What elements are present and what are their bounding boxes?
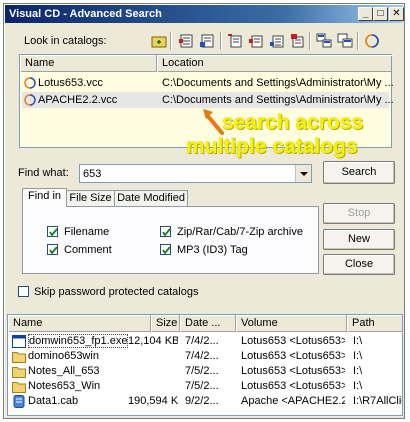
skip-password-checkbox[interactable] <box>18 286 29 297</box>
find-in-panel: Filename Comment Zip/Rar/Cab/7-Zip archi… <box>22 206 319 274</box>
select-none-icon[interactable] <box>248 33 264 49</box>
catalog-name: APACHE2.2.vcc <box>38 94 118 106</box>
add-catalog-icon[interactable] <box>151 33 167 49</box>
result-date: 7/5/2... <box>185 380 219 392</box>
result-name: domwin653_fp1.exe <box>28 334 129 348</box>
catalog-row[interactable]: Lotus653.vcc C:\Documents and Settings\A… <box>22 75 394 91</box>
folder-icon <box>12 365 26 378</box>
result-row[interactable]: Data1.cab 190,594 KB 9/2/2... Apache <AP… <box>8 394 402 409</box>
find-what-label: Find what: <box>18 167 69 179</box>
column-header-volume[interactable]: Volume <box>236 315 347 332</box>
catalog-list-icon[interactable] <box>178 33 194 49</box>
column-header-date[interactable]: Date ... <box>180 315 236 332</box>
column-header-location[interactable]: Location <box>157 55 393 72</box>
result-date: 7/5/2... <box>185 365 219 377</box>
result-size: 12,104 KB <box>128 335 178 347</box>
result-date: 7/4/2... <box>185 335 219 347</box>
mp3-label: MP3 (ID3) Tag <box>177 244 248 256</box>
column-header-path[interactable]: Path <box>347 315 402 332</box>
comment-label: Comment <box>64 244 112 256</box>
annotation-line-2: multiple catalogs <box>186 135 358 158</box>
exe-icon <box>12 335 26 348</box>
result-path: I:\ <box>353 335 363 347</box>
result-date: 9/2/2... <box>185 395 219 407</box>
result-size: 190,594 KB <box>128 395 178 407</box>
catalog-icon <box>24 94 36 106</box>
toolbar-separator <box>357 32 359 50</box>
window-title: Visual CD - Advanced Search <box>9 8 162 20</box>
title-bar[interactable]: Visual CD - Advanced Search _ □ ✕ <box>5 5 404 23</box>
result-path: I:\ <box>353 350 363 362</box>
result-date: 7/4/2... <box>185 350 219 362</box>
search-button[interactable]: Search <box>323 161 395 184</box>
cab-icon <box>12 395 26 408</box>
result-volume: Lotus653 <Lotus653> <box>241 335 345 347</box>
result-name: domino653win <box>28 350 99 362</box>
select-all-icon[interactable] <box>227 33 243 49</box>
result-volume: Lotus653 <Lotus653> <box>241 380 345 392</box>
mp3-checkbox[interactable] <box>160 244 171 255</box>
catalog-location: C:\Documents and Settings\Administrator\… <box>162 77 394 89</box>
folder-icon <box>12 350 26 363</box>
archive-label: Zip/Rar/Cab/7-Zip archive <box>177 226 303 238</box>
minimize-button[interactable]: _ <box>358 7 373 21</box>
archive-checkbox[interactable] <box>160 226 171 237</box>
catalog-open-icon[interactable] <box>199 33 215 49</box>
advanced-search-window: Visual CD - Advanced Search _ □ ✕ Look i… <box>3 3 405 419</box>
result-row[interactable]: Notes653_Win 7/5/2... Lotus653 <Lotus653… <box>8 379 402 394</box>
tab-date-modified[interactable]: Date Modified <box>114 190 188 207</box>
remove-catalog-icon[interactable] <box>289 33 305 49</box>
results-table[interactable]: Name Size Date ... Volume Path domwin653… <box>7 314 403 416</box>
toolbar-separator <box>309 32 311 50</box>
result-row[interactable]: domwin653_fp1.exe 12,104 KB 7/4/2... Lot… <box>8 334 402 349</box>
result-name: Notes653_Win <box>28 380 101 392</box>
catalogs-label: Look in catalogs: <box>24 35 107 47</box>
chevron-down-icon[interactable] <box>295 165 311 182</box>
catalog-name: Lotus653.vcc <box>38 77 103 89</box>
result-name: Data1.cab <box>28 395 79 407</box>
result-name: Notes_All_653 <box>28 365 100 377</box>
toolbar-separator <box>220 32 222 50</box>
close-window-button[interactable]: ✕ <box>389 7 404 21</box>
results-header: Name Size Date ... Volume Path <box>8 315 402 332</box>
toolbar-separator <box>170 32 172 50</box>
close-button[interactable]: Close <box>323 254 395 275</box>
catalog-info-icon[interactable] <box>364 33 380 49</box>
annotation-line-1: search across <box>222 111 364 134</box>
maximize-button[interactable]: □ <box>373 7 388 21</box>
comment-checkbox[interactable] <box>47 244 58 255</box>
find-what-combo[interactable]: 653 <box>79 164 312 183</box>
cascade-view-icon[interactable] <box>337 33 353 49</box>
result-path: I:\ <box>353 380 363 392</box>
tab-find-in[interactable]: Find in <box>22 188 67 207</box>
filename-checkbox[interactable] <box>47 226 58 237</box>
column-header-name[interactable]: Name <box>8 315 151 332</box>
stop-button[interactable]: Stop <box>323 203 395 224</box>
column-header-name[interactable]: Name <box>20 55 157 72</box>
catalog-icon <box>24 77 36 89</box>
new-button[interactable]: New <box>323 229 395 250</box>
invert-selection-icon[interactable] <box>269 33 285 49</box>
result-row[interactable]: domino653win 7/4/2... Lotus653 <Lotus653… <box>8 349 402 364</box>
column-header-size[interactable]: Size <box>151 315 180 332</box>
result-path: I:\ <box>353 365 363 377</box>
skip-password-label: Skip password protected catalogs <box>34 286 199 298</box>
catalogs-header: Name Location <box>20 55 391 72</box>
result-row[interactable]: Notes_All_653 7/5/2... Lotus653 <Lotus65… <box>8 364 402 379</box>
catalog-location: C:\Documents and Settings\Administrator\… <box>162 94 394 106</box>
tab-file-size[interactable]: File Size <box>66 190 115 207</box>
result-path: I:\R7AllClient <box>353 395 402 407</box>
find-what-value: 653 <box>83 168 102 180</box>
result-volume: Lotus653 <Lotus653> <box>241 365 345 377</box>
tile-view-icon[interactable] <box>316 33 332 49</box>
folder-icon <box>12 380 26 393</box>
filename-label: Filename <box>64 226 110 238</box>
result-volume: Lotus653 <Lotus653> <box>241 350 345 362</box>
result-volume: Apache <APACHE2.2> <box>241 395 345 407</box>
